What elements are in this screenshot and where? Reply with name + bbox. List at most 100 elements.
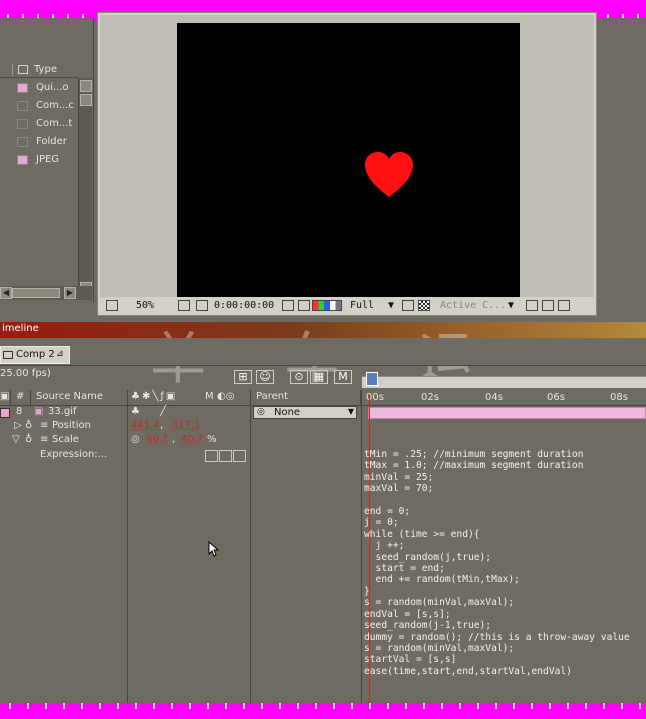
snapshot-icon[interactable] (282, 300, 294, 311)
heart-icon[interactable] (363, 151, 415, 199)
scroll-up-button[interactable] (80, 80, 92, 92)
label-swatch[interactable] (0, 408, 10, 418)
timeline-tabbar: Comp 2 ⊿ (0, 338, 646, 366)
label-column-icon[interactable]: ▣ (0, 391, 9, 402)
dropdown-arrow-icon: ▼ (347, 407, 354, 416)
label-icon (18, 65, 28, 74)
stopwatch-icon[interactable]: ♁ (25, 434, 32, 445)
camera-select[interactable]: Active C... (440, 299, 506, 313)
view-options-icon[interactable] (526, 300, 538, 311)
draft-3d-icon[interactable]: ⊙ (290, 370, 308, 384)
comp-button-icon[interactable]: ⊞ (234, 370, 252, 384)
constrain-proportions-icon[interactable]: ◎ (131, 434, 140, 445)
collapse-triangle-icon[interactable]: ▽ (12, 434, 20, 445)
property-label: Scale (52, 434, 79, 445)
timecode-label: 08s (610, 392, 628, 403)
scroll-thumb[interactable] (12, 288, 60, 298)
frame-blend-icon[interactable]: ▦ (310, 370, 328, 384)
pasteboard (100, 15, 594, 297)
property-row-scale[interactable]: ▽ ♁ ≡ Scale ◎ 40.7 , 40.7 % (0, 434, 362, 448)
comp-settings-icon[interactable] (558, 300, 570, 311)
timecode-display[interactable]: 0:00:00:00 (214, 299, 274, 313)
expression-graph-icon[interactable] (205, 450, 218, 462)
project-item[interactable]: Com...t (0, 115, 78, 133)
property-label: Position (52, 420, 91, 431)
fps-readout: 25.00 fps) (0, 368, 51, 379)
project-column-header[interactable]: Type (0, 62, 78, 78)
expression-row[interactable]: Expression:... (0, 449, 362, 463)
label-swatch (17, 137, 28, 147)
composition-viewer: 50% 0:00:00:00 Full ▼ Active C... ▼ (97, 12, 597, 316)
layer-name[interactable]: 33.gif (48, 406, 77, 417)
column-parent[interactable]: Parent (256, 391, 288, 402)
flowchart-icon[interactable] (80, 94, 92, 106)
stopwatch-icon[interactable]: ♁ (25, 420, 32, 431)
flowchart-icon[interactable] (542, 300, 554, 311)
expression-switch-icon[interactable]: ≡ (40, 434, 48, 445)
close-icon[interactable]: ⊿ (56, 349, 64, 359)
scale-x-value[interactable]: 40.7 (146, 434, 168, 445)
scroll-left-button[interactable]: ◀ (0, 287, 12, 299)
tab-comp-2[interactable]: Comp 2 ⊿ (0, 346, 70, 364)
resolution-select[interactable]: Full (350, 299, 374, 313)
dropdown-arrow-icon[interactable]: ▼ (508, 299, 514, 313)
torn-bottom-border (0, 703, 646, 719)
expand-triangle-icon[interactable]: ▷ (14, 420, 22, 431)
parent-value: None (274, 407, 301, 418)
image-icon: ▣ (34, 406, 44, 417)
current-time-indicator[interactable] (366, 372, 378, 386)
mouse-cursor-icon (208, 541, 220, 557)
property-row-position[interactable]: ▷ ♁ ≡ Position 441.4 , 317.1 (0, 420, 362, 434)
motion-blur-icon[interactable]: M (334, 370, 352, 384)
expression-language-menu-icon[interactable] (233, 450, 246, 462)
label-swatch (17, 119, 28, 129)
pickwhip-icon[interactable] (219, 450, 232, 462)
work-area-bar[interactable] (362, 376, 646, 388)
project-item-type: JPEG (36, 154, 60, 165)
project-item-type: Folder (36, 136, 67, 147)
pickwhip-icon[interactable]: ◎ (257, 407, 265, 417)
project-item[interactable]: JPEG (0, 151, 78, 169)
scroll-right-button[interactable]: ▶ (64, 287, 76, 299)
show-snapshot-icon[interactable] (298, 300, 310, 311)
timeline-title: imeline (2, 323, 39, 334)
position-x-value[interactable]: 441.4 (131, 420, 160, 431)
label-swatch (17, 155, 28, 165)
layer-number: 8 (16, 406, 23, 417)
tab-label: Comp 2 (16, 349, 55, 360)
shy-icon[interactable]: ☺ (256, 370, 274, 384)
switches-icon: ♣✱╲ƒ▣ (131, 391, 178, 402)
collapse-switch-icon[interactable]: ♣ (131, 406, 140, 417)
always-preview-icon[interactable] (106, 300, 118, 311)
label-swatch (17, 101, 28, 111)
project-horizontal-scrollbar[interactable]: ◀ ▶ (0, 286, 92, 300)
scale-y-value[interactable]: 40.7 (181, 434, 203, 445)
parent-select[interactable]: ◎ None ▼ (253, 406, 357, 419)
grid-icon[interactable] (178, 300, 190, 311)
mask-icon[interactable] (196, 300, 208, 311)
divider (10, 390, 11, 406)
value-separator: , (172, 434, 176, 445)
column-source-name[interactable]: Source Name (36, 391, 103, 402)
expression-editor[interactable]: tMin = .25; //minimum segment duration t… (364, 449, 646, 677)
layer-duration-bar[interactable] (368, 407, 646, 419)
timecode-label: 04s (485, 392, 503, 403)
project-item[interactable]: Com...c (0, 97, 78, 115)
project-item[interactable]: Folder (0, 133, 78, 151)
transparency-grid-icon[interactable] (418, 300, 430, 311)
position-y-value[interactable]: 317.1 (172, 420, 201, 431)
dropdown-arrow-icon[interactable]: ▼ (388, 299, 394, 313)
zoom-select[interactable]: 50% (136, 299, 154, 313)
time-ruler[interactable] (362, 370, 646, 392)
channel-icon[interactable] (312, 300, 342, 311)
project-item[interactable]: Qui...o (0, 79, 78, 97)
comp-canvas[interactable] (177, 23, 520, 297)
project-item-type: Qui...o (36, 82, 69, 93)
quality-switch-icon[interactable]: ╱ (160, 406, 166, 417)
region-icon[interactable] (402, 300, 414, 311)
right-panel (598, 18, 646, 316)
expression-switch-icon[interactable]: ≡ (40, 420, 48, 431)
viewer-toolbar: 50% 0:00:00:00 Full ▼ Active C... ▼ (100, 298, 594, 314)
project-vertical-scrollbar[interactable] (78, 78, 92, 296)
timecode-label: 06s (547, 392, 565, 403)
